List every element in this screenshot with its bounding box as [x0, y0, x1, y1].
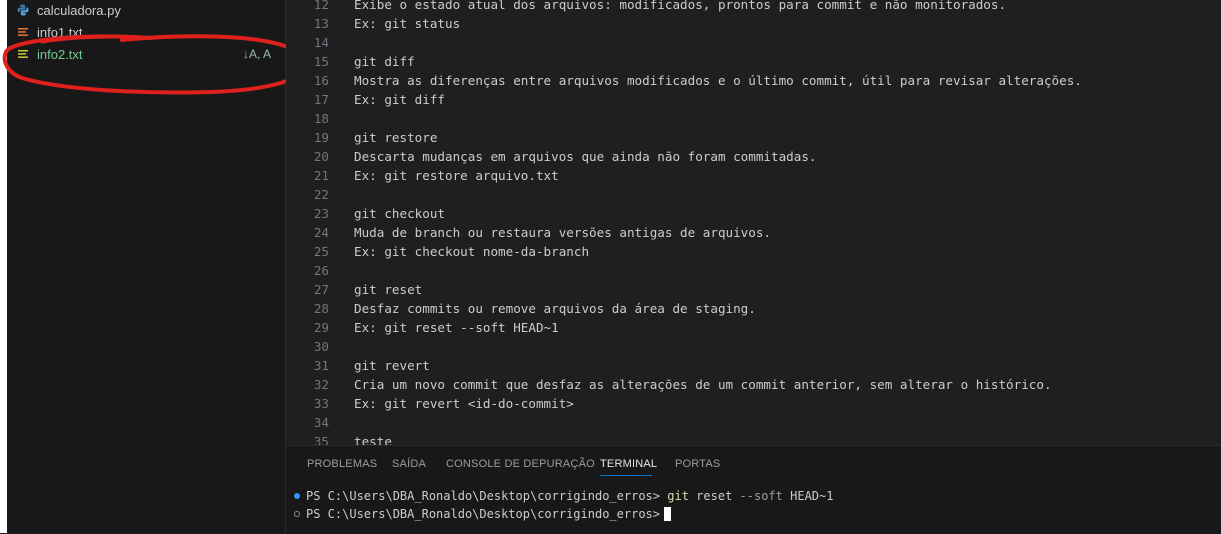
code-line: 25 Ex: git checkout nome-da-branch	[286, 242, 1221, 261]
code-line: 33 Ex: git revert <id-do-commit>	[286, 394, 1221, 413]
code-line: 21 Ex: git restore arquivo.txt	[286, 166, 1221, 185]
line-text: Descarta mudanças em arquivos que ainda …	[354, 149, 817, 164]
git-status-badge: ↓A, A	[242, 47, 271, 61]
line-number: 34	[313, 415, 329, 430]
code-line: 29 Ex: git reset --soft HEAD~1	[286, 318, 1221, 337]
line-number: 24	[313, 225, 329, 240]
line-number: 31	[313, 358, 329, 373]
line-number: 23	[313, 206, 329, 221]
code-editor[interactable]: 12 Exibe o estado atual dos arquivos: mod…	[286, 0, 1221, 445]
code-line: 19 git restore	[286, 128, 1221, 147]
terminal-cursor[interactable]	[664, 507, 672, 521]
code-line: 26	[286, 261, 1221, 280]
terminal-prompt: PS C:\Users\DBA_Ronaldo\Desktop\corrigin…	[306, 507, 661, 521]
code-line: 23 git checkout	[286, 204, 1221, 223]
line-text: Cria um novo commit que desfaz as altera…	[354, 377, 1052, 392]
line-text: Ex: git restore arquivo.txt	[354, 168, 559, 183]
line-number: 33	[313, 396, 329, 411]
line-text: Desfaz commits ou remove arquivos da áre…	[354, 301, 756, 316]
terminal-flag: --soft	[739, 489, 783, 503]
line-number: 25	[313, 244, 329, 259]
code-line: 18	[286, 109, 1221, 128]
code-line: 17 Ex: git diff	[286, 90, 1221, 109]
terminal-line: PS C:\Users\DBA_Ronaldo\Desktop\corrigin…	[294, 487, 833, 505]
line-number: 12	[313, 0, 329, 12]
code-line: 30	[286, 337, 1221, 356]
line-text: git restore	[354, 130, 438, 145]
line-number: 30	[313, 339, 329, 354]
line-text: Ex: git checkout nome-da-branch	[354, 244, 590, 259]
tab-problems[interactable]: PROBLEMAS	[307, 458, 377, 470]
line-text: Ex: git reset --soft HEAD~1	[354, 320, 559, 335]
terminal-line[interactable]: PS C:\Users\DBA_Ronaldo\Desktop\corrigin…	[294, 505, 672, 523]
line-text: Ex: git revert <id-do-commit>	[354, 396, 574, 411]
terminal-command: git	[667, 489, 689, 503]
line-text: git diff	[354, 54, 415, 69]
explorer-sidebar: calculadora.py info1.txt info2.txt ↓A, A	[7, 0, 286, 533]
terminal-prompt: PS C:\Users\DBA_Ronaldo\Desktop\corrigin…	[306, 489, 661, 503]
line-number: 35	[313, 434, 329, 445]
line-number: 28	[313, 301, 329, 316]
tab-terminal[interactable]: TERMINAL	[600, 458, 657, 470]
code-line: 20 Descarta mudanças em arquivos que aind…	[286, 147, 1221, 166]
line-number: 29	[313, 320, 329, 335]
terminal-ref: HEAD~1	[790, 489, 834, 503]
line-number: 18	[313, 111, 329, 126]
code-line: 27 git reset	[286, 280, 1221, 299]
file-item-calculadora[interactable]: calculadora.py	[7, 0, 285, 21]
tab-debug-console[interactable]: CONSOLE DE DEPURAÇÃO	[446, 458, 595, 470]
code-line: 32 Cria um novo commit que desfaz as alte…	[286, 375, 1221, 394]
code-line: 13 Ex: git status	[286, 14, 1221, 33]
line-text: git revert	[354, 358, 430, 373]
line-number: 17	[313, 92, 329, 107]
line-text: Ex: git diff	[354, 92, 445, 107]
line-number: 26	[313, 263, 329, 278]
line-text: Ex: git status	[354, 16, 461, 31]
line-text: Exibe o estado atual dos arquivos: modif…	[354, 0, 1007, 12]
line-text: Mostra as diferenças entre arquivos modi…	[354, 73, 1082, 88]
line-number: 14	[313, 35, 329, 50]
file-name: info1.txt	[37, 24, 83, 40]
window-edge	[0, 0, 7, 533]
line-text: Muda de branch ou restaura versões antig…	[354, 225, 772, 240]
python-file-icon	[15, 4, 31, 16]
line-text: git checkout	[354, 206, 445, 221]
code-line: 35 teste	[286, 432, 1221, 445]
line-text: teste	[354, 434, 392, 445]
file-name: calculadora.py	[37, 2, 121, 18]
line-number: 15	[313, 54, 329, 69]
text-file-icon	[15, 26, 31, 38]
line-number: 27	[313, 282, 329, 297]
file-item-info2[interactable]: info2.txt ↓A, A	[7, 43, 285, 65]
code-line: 16 Mostra as diferenças entre arquivos mo…	[286, 71, 1221, 90]
command-pending-dot	[294, 511, 300, 517]
tab-ports[interactable]: PORTAS	[675, 458, 720, 470]
line-number: 22	[313, 187, 329, 202]
file-item-info1[interactable]: info1.txt	[7, 21, 285, 43]
code-line: 34	[286, 413, 1221, 432]
terminal-args: reset	[696, 489, 733, 503]
code-line: 24 Muda de branch ou restaura versões ant…	[286, 223, 1221, 242]
code-line: 12 Exibe o estado atual dos arquivos: mod…	[286, 0, 1221, 14]
code-line: 15 git diff	[286, 52, 1221, 71]
line-number: 20	[313, 149, 329, 164]
line-number: 32	[313, 377, 329, 392]
line-number: 21	[313, 168, 329, 183]
code-line: 28 Desfaz commits ou remove arquivos da á…	[286, 299, 1221, 318]
code-line: 31 git revert	[286, 356, 1221, 375]
panel-tabs: PROBLEMAS SAÍDA CONSOLE DE DEPURAÇÃO TER…	[286, 446, 1221, 482]
file-name: info2.txt	[37, 46, 83, 62]
bottom-panel: PROBLEMAS SAÍDA CONSOLE DE DEPURAÇÃO TER…	[286, 445, 1221, 534]
text-file-icon	[15, 48, 31, 60]
code-line: 22	[286, 185, 1221, 204]
line-number: 13	[313, 16, 329, 31]
active-tab-indicator	[600, 475, 652, 476]
line-number: 19	[313, 130, 329, 145]
command-success-dot	[294, 493, 300, 499]
tab-output[interactable]: SAÍDA	[392, 458, 426, 470]
code-line: 14	[286, 33, 1221, 52]
line-number: 16	[313, 73, 329, 88]
line-text: git reset	[354, 282, 423, 297]
